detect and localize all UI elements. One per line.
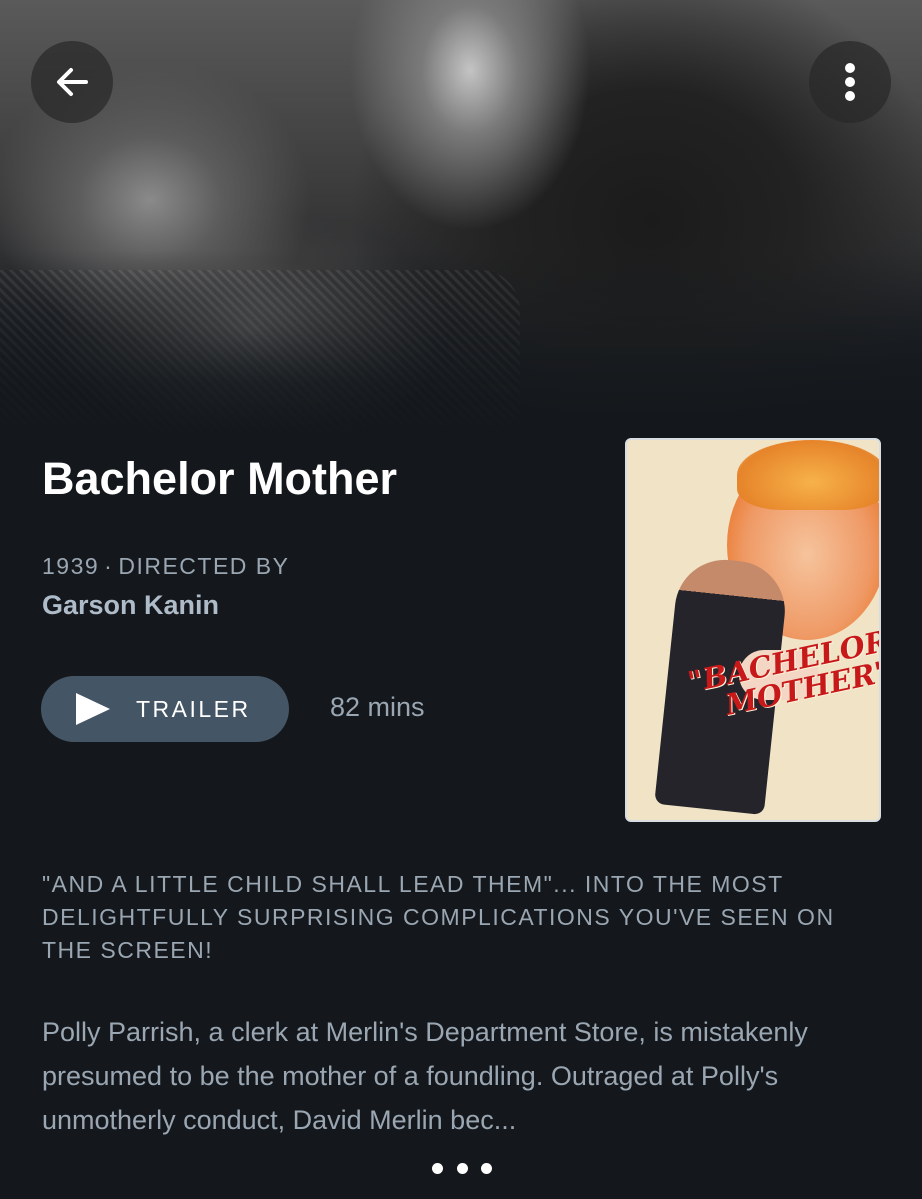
dot <box>481 1162 492 1174</box>
trailer-label: TRAILER <box>136 695 251 722</box>
runtime: 82 mins <box>330 692 425 722</box>
arrow-left-icon <box>57 68 88 96</box>
more-vertical-icon <box>845 63 855 101</box>
film-meta: 1939 · DIRECTED BY <box>42 553 289 580</box>
film-title: Bachelor Mother <box>42 453 398 504</box>
more-horizontal-icon[interactable] <box>432 1158 492 1178</box>
backdrop-image <box>0 0 922 440</box>
film-tagline: "And a little child shall lead them"... … <box>42 871 835 963</box>
directed-by-label: DIRECTED BY <box>118 553 290 579</box>
release-year[interactable]: 1939 <box>42 553 99 579</box>
film-poster[interactable]: "BACHELOR MOTHER" <box>625 438 881 822</box>
dot <box>456 1162 468 1174</box>
meta-separator: · <box>104 553 114 579</box>
trailer-button[interactable]: TRAILER <box>41 676 289 742</box>
film-synopsis[interactable]: Polly Parrish, a clerk at Merlin's Depar… <box>42 1010 892 1142</box>
backdrop-fade <box>0 250 922 440</box>
back-button[interactable] <box>31 41 113 123</box>
director-link[interactable]: Garson Kanin <box>42 590 219 621</box>
poster-hair <box>737 440 879 510</box>
more-options-button[interactable] <box>809 41 891 123</box>
dot <box>432 1162 443 1174</box>
play-icon <box>76 693 110 725</box>
